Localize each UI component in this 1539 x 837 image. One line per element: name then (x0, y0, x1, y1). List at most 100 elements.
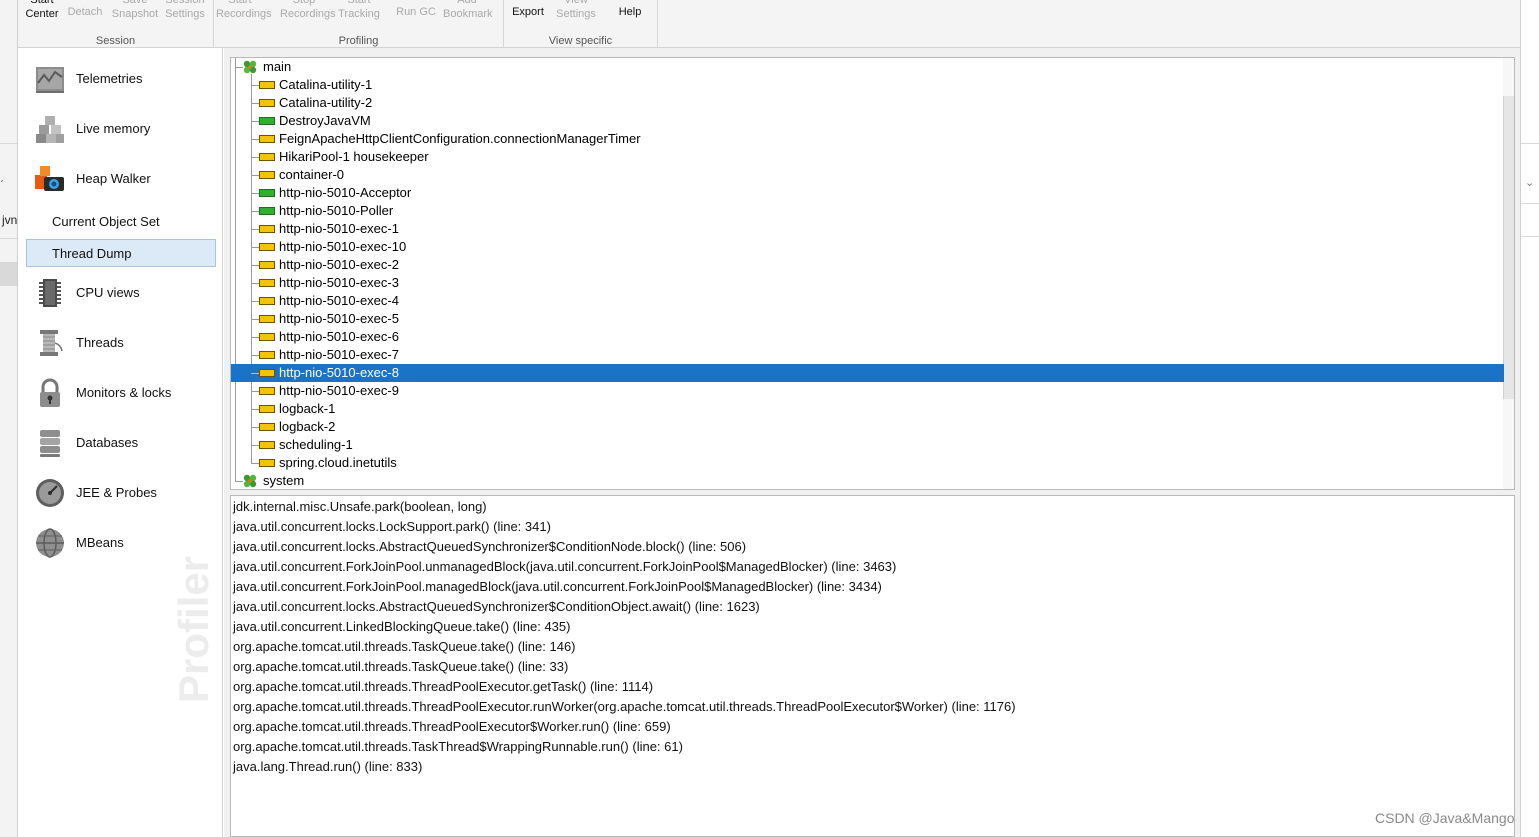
thread-row[interactable]: container-0 (231, 166, 1504, 184)
profiler-watermark: Profiler (170, 555, 217, 703)
thread-tree[interactable]: main Catalina-utility-1 Catalina-utility-2… (230, 57, 1515, 490)
stack-frame[interactable]: org.apache.tomcat.util.threads.ThreadPoo… (233, 717, 671, 737)
stack-frame[interactable]: org.apache.tomcat.util.threads.TaskQueue… (233, 637, 576, 657)
toolbar-group-label: Session (95, 35, 136, 47)
thread-row[interactable]: logback-2 (231, 418, 1504, 436)
thread-group-icon (243, 60, 257, 74)
thread-row[interactable]: http-nio-5010-exec-3 (231, 274, 1504, 292)
toolbar-button-session-settings[interactable]: Session Settings (161, 0, 209, 21)
csdn-watermark: CSDN @Java&Mango (1375, 810, 1515, 826)
thread-row[interactable]: http-nio-5010-exec-7 (231, 346, 1504, 364)
toolbar-button-help[interactable]: Help (606, 5, 654, 19)
thread-row[interactable]: http-nio-5010-exec-8 (231, 364, 1504, 382)
sidebar-item-current-object-set[interactable]: Current Object Set (26, 208, 216, 236)
sidebar-item-cpu-views[interactable]: CPU views (18, 271, 222, 315)
thread-runnable-icon (259, 117, 275, 125)
toolbar-button-export[interactable]: Export (504, 5, 552, 19)
sidebar-item-thread-dump[interactable]: Thread Dump (26, 239, 216, 267)
thread-group-main[interactable]: main (231, 58, 1504, 76)
sidebar-item-jee-probes[interactable]: JEE & Probes (18, 471, 222, 515)
stack-trace-panel[interactable]: jdk.internal.misc.Unsafe.park(boolean, l… (230, 495, 1515, 837)
stack-frame[interactable]: java.util.concurrent.ForkJoinPool.unmana… (233, 557, 896, 577)
thread-row[interactable]: Catalina-utility-1 (231, 76, 1504, 94)
thread-name: http-nio-5010-exec-4 (279, 293, 399, 308)
stack-frame[interactable]: java.util.concurrent.locks.AbstractQueue… (233, 537, 746, 557)
sidebar-item-telemetries[interactable]: Telemetries (18, 57, 222, 101)
jee-probes-icon (34, 477, 66, 509)
stack-frame[interactable]: java.lang.Thread.run() (line: 833) (233, 757, 422, 777)
tree-scrollbar-thumb[interactable] (1503, 96, 1514, 399)
thread-row[interactable]: http-nio-5010-Acceptor (231, 184, 1504, 202)
thread-waiting-icon (259, 243, 275, 251)
thread-name: DestroyJavaVM (279, 113, 371, 128)
thread-name: http-nio-5010-exec-1 (279, 221, 399, 236)
thread-row[interactable]: http-nio-5010-exec-1 (231, 220, 1504, 238)
thread-name: HikariPool-1 housekeeper (279, 149, 429, 164)
toolbar-button-detach[interactable]: Detach (61, 5, 109, 19)
thread-waiting-icon (259, 225, 275, 233)
toolbar-button-start-tracking[interactable]: Start Tracking (335, 0, 383, 21)
stack-frame[interactable]: java.util.concurrent.LinkedBlockingQueue… (233, 617, 570, 637)
sidebar-item-databases[interactable]: Databases (18, 421, 222, 465)
background-window-right: ⌄ (1520, 0, 1539, 837)
thread-row[interactable]: http-nio-5010-exec-10 (231, 238, 1504, 256)
live-memory-icon (34, 113, 66, 145)
sidebar-item-monitors-locks[interactable]: Monitors & locks (18, 371, 222, 415)
thread-row[interactable]: http-nio-5010-exec-6 (231, 328, 1504, 346)
stack-frame[interactable]: java.util.concurrent.locks.LockSupport.p… (233, 517, 551, 537)
thread-group-icon (243, 474, 257, 488)
thread-name: logback-1 (279, 401, 336, 416)
thread-name: http-nio-5010-exec-7 (279, 347, 399, 362)
thread-waiting-icon (259, 405, 275, 413)
thread-name: Catalina-utility-2 (279, 95, 373, 110)
thread-name: http-nio-5010-Poller (279, 203, 394, 218)
thread-row[interactable]: Catalina-utility-2 (231, 94, 1504, 112)
thread-row[interactable]: http-nio-5010-exec-2 (231, 256, 1504, 274)
monitors-locks-icon (34, 377, 66, 409)
thread-row[interactable]: FeignApacheHttpClientConfiguration.conne… (231, 130, 1504, 148)
stack-frame[interactable]: java.util.concurrent.ForkJoinPool.manage… (233, 577, 882, 597)
toolbar-button-start-center[interactable]: Start Center (18, 0, 66, 21)
thread-waiting-icon (259, 279, 275, 287)
stack-frame[interactable]: org.apache.tomcat.util.threads.TaskQueue… (233, 657, 568, 677)
thread-row[interactable]: logback-1 (231, 400, 1504, 418)
thread-dump-view: main Catalina-utility-1 Catalina-utility-2… (224, 48, 1520, 837)
thread-name: scheduling-1 (279, 437, 353, 452)
thread-name: http-nio-5010-exec-3 (279, 275, 399, 290)
thread-waiting-icon (259, 459, 275, 467)
thread-name: FeignApacheHttpClientConfiguration.conne… (279, 131, 641, 146)
sidebar-item-threads[interactable]: Threads (18, 321, 222, 365)
stack-frame[interactable]: jdk.internal.misc.Unsafe.park(boolean, l… (233, 497, 487, 517)
toolbar-button-save-snapshot[interactable]: Save Snapshot (111, 0, 159, 21)
thread-row[interactable]: http-nio-5010-Poller (231, 202, 1504, 220)
thread-row[interactable]: DestroyJavaVM (231, 112, 1504, 130)
sidebar-item-label: Telemetries (76, 71, 143, 86)
toolbar-button-stop-recordings[interactable]: Stop Recordings (280, 0, 336, 21)
thread-row[interactable]: scheduling-1 (231, 436, 1504, 454)
toolbar-group-label: Profiling (338, 35, 379, 47)
thread-row[interactable]: http-nio-5010-exec-5 (231, 310, 1504, 328)
toolbar-button-view-settings[interactable]: View Settings (552, 0, 600, 21)
stack-frame[interactable]: org.apache.tomcat.util.threads.TaskThrea… (233, 737, 683, 757)
sidebar-item-mbeans[interactable]: MBeans (18, 521, 222, 565)
background-mark: ˊ (0, 178, 4, 192)
sidebar-item-live-memory[interactable]: Live memory (18, 107, 222, 151)
toolbar-button-run-gc[interactable]: Run GC (392, 5, 440, 19)
databases-icon (34, 427, 66, 459)
thread-waiting-icon (259, 135, 275, 143)
thread-row[interactable]: http-nio-5010-exec-9 (231, 382, 1504, 400)
sidebar-item-heap-walker[interactable]: Heap Walker (18, 157, 222, 201)
thread-waiting-icon (259, 315, 275, 323)
thread-row[interactable]: http-nio-5010-exec-4 (231, 292, 1504, 310)
thread-name: http-nio-5010-exec-6 (279, 329, 399, 344)
background-window-left: ˊ jvn (0, 0, 18, 837)
thread-row[interactable]: HikariPool-1 housekeeper (231, 148, 1504, 166)
thread-row[interactable]: spring.cloud.inetutils (231, 454, 1504, 472)
toolbar-button-start-recordings[interactable]: Start Recordings (216, 0, 272, 21)
stack-frame[interactable]: org.apache.tomcat.util.threads.ThreadPoo… (233, 677, 653, 697)
toolbar-button-add-bookmark[interactable]: Add Bookmark (443, 0, 493, 21)
thread-name: http-nio-5010-exec-2 (279, 257, 399, 272)
thread-group-system[interactable]: system (231, 472, 1504, 489)
stack-frame[interactable]: org.apache.tomcat.util.threads.ThreadPoo… (233, 697, 1016, 717)
stack-frame[interactable]: java.util.concurrent.locks.AbstractQueue… (233, 597, 760, 617)
